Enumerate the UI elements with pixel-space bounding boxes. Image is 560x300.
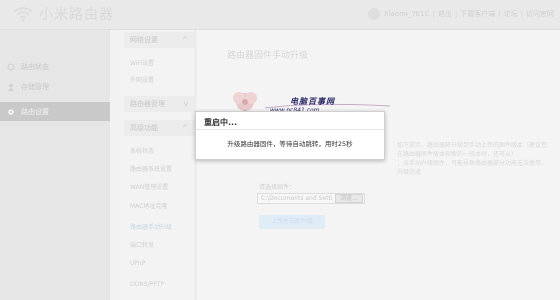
dialog-message: 升级路由器固件，等待自动跳转，用时25秒 bbox=[227, 140, 353, 148]
main-content: 路由器固件手动升级 如下提示，路由器将升级到手动上传的固件版本（建议您在路由器固… bbox=[197, 30, 560, 300]
submenu-item[interactable]: 路由器系统设置 bbox=[130, 164, 172, 173]
chevron-up-icon: ^ bbox=[182, 124, 188, 132]
separator: | bbox=[454, 10, 458, 18]
browse-button[interactable]: 浏览... bbox=[335, 194, 363, 203]
top-header: 小米路由器 Xiaomi_7E1C | 退出 | 下载客户端 | 论坛 | 访问… bbox=[0, 0, 560, 30]
submenu-item-manual-upgrade[interactable]: 路由器手动升级 bbox=[130, 222, 172, 231]
wifi-icon bbox=[13, 7, 33, 22]
logo[interactable]: 小米路由器 bbox=[12, 4, 114, 24]
router-status-icon bbox=[7, 63, 15, 71]
app-title: 小米路由器 bbox=[39, 7, 114, 23]
forum-link[interactable]: 论坛 bbox=[504, 9, 518, 19]
gear-icon bbox=[7, 108, 15, 116]
separator: | bbox=[520, 10, 523, 18]
submenu-item-wan[interactable]: 外网设置 bbox=[130, 75, 154, 84]
submenu-section-router-mgmt[interactable]: 路由器管理 v bbox=[124, 96, 196, 112]
rebooting-dialog: 重启中... 升级路由器固件，等待自动跳转，用时25秒 bbox=[195, 111, 385, 160]
section-title: 路由器管理 bbox=[130, 100, 165, 108]
upload-upgrade-button[interactable]: 上传并立即升级 bbox=[259, 215, 325, 229]
settings-submenu: 网络设置 ^ WiFi设置 外网设置 路由器管理 v 高级功能 ^ 系统状态 路… bbox=[124, 30, 196, 300]
separator: | bbox=[498, 10, 501, 18]
submenu-item[interactable]: 端口转发 bbox=[130, 240, 154, 249]
info-note: ，当手动升级固件，可能导致路由器部分功能无法使用，升级完成 bbox=[397, 160, 548, 176]
sidebar-item-label: 路由设置 bbox=[21, 107, 49, 116]
select-firmware-label: 请选择固件： bbox=[259, 184, 296, 191]
sidebar-item-label: 存储管理 bbox=[21, 82, 49, 91]
official-site-link[interactable]: 访问官网 bbox=[526, 9, 554, 19]
sidebar-item-status[interactable]: 路由状态 bbox=[0, 57, 110, 76]
submenu-section-network[interactable]: 网络设置 ^ bbox=[124, 32, 196, 48]
chevron-up-icon: ^ bbox=[182, 36, 188, 44]
logout-link[interactable]: 退出 bbox=[438, 9, 452, 19]
submenu-item[interactable]: UPnP bbox=[130, 260, 145, 267]
user-icon bbox=[7, 83, 15, 91]
info-note: 如下提示，路由器将升级到手动上传的固件版本（建议您在路由器固件版本较新的一版本时… bbox=[397, 142, 548, 158]
submenu-item[interactable]: DDNS/PPTP bbox=[130, 281, 164, 288]
user-area: Xiaomi_7E1C | 退出 | 下载客户端 | 论坛 | 访问官网 bbox=[367, 8, 554, 20]
sidebar-item-settings[interactable]: 路由设置 bbox=[0, 102, 110, 121]
watermark-text: 电脑百事网 bbox=[290, 97, 335, 106]
username: Xiaomi_7E1C bbox=[383, 10, 430, 18]
avatar[interactable] bbox=[367, 8, 380, 20]
submenu-item-wifi[interactable]: WiFi设置 bbox=[130, 58, 154, 67]
divider bbox=[196, 129, 384, 130]
sidebar-item-storage[interactable]: 存储管理 bbox=[0, 77, 110, 96]
section-title: 高级功能 bbox=[130, 124, 158, 132]
sidebar-item-label: 路由状态 bbox=[21, 62, 49, 71]
chevron-down-icon: v bbox=[183, 100, 188, 108]
download-client-link[interactable]: 下载客户端 bbox=[460, 9, 495, 19]
sidebar: 路由状态 存储管理 路由设置 bbox=[0, 30, 110, 300]
submenu-item[interactable]: WAN管理设置 bbox=[130, 182, 168, 191]
page-title: 路由器固件手动升级 bbox=[227, 51, 309, 61]
section-title: 网络设置 bbox=[130, 36, 158, 44]
submenu-item[interactable]: 系统状态 bbox=[130, 146, 154, 155]
separator: | bbox=[432, 10, 435, 18]
submenu-section-advanced[interactable]: 高级功能 ^ bbox=[124, 120, 196, 136]
submenu-item[interactable]: MAC地址克隆 bbox=[130, 201, 167, 210]
dialog-title: 重启中... bbox=[204, 118, 238, 127]
